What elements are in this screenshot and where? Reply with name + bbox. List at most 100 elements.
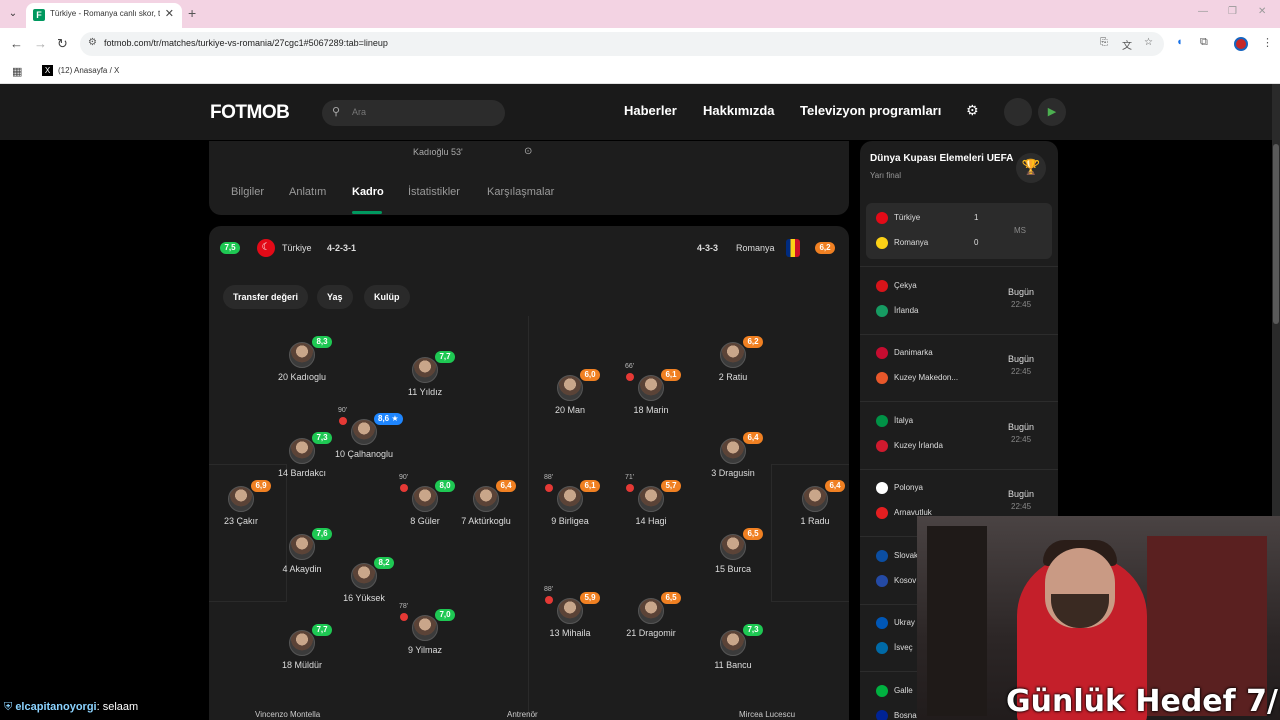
substitution-minute: 88'	[544, 586, 554, 593]
extension-icon[interactable]: ◖	[1176, 36, 1183, 48]
fixture-row[interactable]: Çekya İrlanda Bugün 22:45	[866, 271, 1052, 327]
fixture-row[interactable]: İtalya Kuzey İrlanda Bugün 22:45	[866, 406, 1052, 462]
trophy-icon[interactable]: 🏆	[1016, 153, 1046, 183]
minimize-icon[interactable]: —	[1198, 6, 1208, 17]
player-rating: 6,5	[743, 528, 763, 540]
search-box[interactable]: ⚲ Ara	[322, 100, 505, 126]
substitution-icon	[626, 484, 634, 492]
browser-tab-bar: ⌄ F Türkiye - Romanya canlı skor, tı ✕ +…	[0, 0, 1280, 28]
nav-about[interactable]: Hakkımızda	[703, 103, 775, 118]
player-rating: 8,3	[312, 336, 332, 348]
player-yuksek[interactable]: 8,2 16 Yüksek	[324, 557, 404, 603]
player-yildiz[interactable]: 7,7 11 Yıldız	[385, 351, 465, 397]
player-akturkoglu[interactable]: 6,4 7 Aktürkoglu	[446, 480, 526, 526]
home-penalty-area	[209, 464, 287, 602]
player-muldur[interactable]: 7,7 18 Müldür	[262, 624, 342, 670]
tab-close-icon[interactable]: ✕	[165, 7, 174, 20]
address-bar[interactable]: ⚙ fotmob.com/tr/matches/turkiye-vs-roman…	[80, 32, 1164, 56]
player-photo	[289, 630, 315, 656]
home-team-name[interactable]: Türkiye	[282, 243, 312, 253]
translate-icon[interactable]: 文	[1122, 37, 1132, 52]
site-info-icon[interactable]: ⚙	[88, 37, 97, 48]
home-flag-icon	[876, 617, 888, 629]
away-coach[interactable]: Mircea Lucescu	[739, 710, 795, 719]
player-rating: 6,0	[580, 369, 600, 381]
match-day: Bugün	[1008, 286, 1035, 297]
fixture-row[interactable]: Danimarka Kuzey Makedon... Bugün 22:45	[866, 338, 1052, 394]
player-radu[interactable]: 6,4 1 Radu	[775, 480, 849, 526]
install-app-icon[interactable]: ⎘	[1100, 37, 1108, 48]
home-coach[interactable]: Vincenzo Montella	[255, 710, 320, 719]
player-photo	[412, 615, 438, 641]
tab-info[interactable]: Bilgiler	[231, 186, 264, 198]
player-kadioglu[interactable]: 8,3 20 Kadıoglu	[262, 336, 342, 382]
settings-gear-icon[interactable]: ⚙	[966, 102, 979, 119]
player-name: 14 Bardakcı	[277, 468, 327, 478]
apps-grid-icon[interactable]: ▦	[12, 65, 22, 78]
home-team: Ukray	[894, 618, 915, 627]
close-window-icon[interactable]: ✕	[1258, 6, 1266, 17]
player-bardakci[interactable]: 7,3 14 Bardakcı	[262, 432, 342, 478]
fixture-divider	[860, 333, 1058, 335]
back-icon[interactable]: ←	[10, 36, 23, 51]
chat-text: : selaam	[96, 701, 139, 713]
substitution-minute: 78'	[399, 603, 409, 610]
filter-club[interactable]: Kulüp	[364, 285, 410, 309]
browser-tab[interactable]: F Türkiye - Romanya canlı skor, tı ✕	[26, 3, 182, 28]
player-burca[interactable]: 6,5 15 Burca	[693, 528, 773, 574]
home-team: İtalya	[894, 415, 914, 425]
search-input[interactable]: Ara	[352, 107, 366, 117]
apple-icon[interactable]	[1004, 98, 1032, 126]
url-text[interactable]: fotmob.com/tr/matches/turkiye-vs-romania…	[104, 38, 388, 48]
player-rating: 8,6 ★	[374, 413, 403, 425]
away-team: Romanya	[894, 238, 929, 247]
player-photo	[289, 438, 315, 464]
player-marin[interactable]: 6,1 66' 18 Marin	[611, 363, 691, 415]
maximize-icon[interactable]: ❐	[1228, 6, 1237, 17]
scrollbar-thumb[interactable]	[1273, 144, 1279, 324]
player-birligea[interactable]: 6,1 88' 9 Birligea	[530, 474, 610, 526]
nav-tv-programs[interactable]: Televizyon programları	[800, 103, 941, 118]
forward-icon[interactable]: →	[34, 36, 47, 51]
tab-commentary[interactable]: Anlatım	[289, 186, 326, 198]
tab-stats[interactable]: İstatistikler	[408, 186, 460, 198]
player-dragomir[interactable]: 6,5 21 Dragomir	[611, 592, 691, 638]
away-flag-icon	[876, 709, 888, 720]
google-play-icon[interactable]: ▶	[1038, 98, 1066, 126]
player-dragusin[interactable]: 6,4 3 Dragusin	[693, 432, 773, 478]
league-title[interactable]: Dünya Kupası Elemeleri UEFA	[870, 153, 1013, 164]
tab-search-icon[interactable]: ⌄	[4, 5, 22, 23]
new-tab-icon[interactable]: +	[188, 5, 196, 21]
x-logo-icon[interactable]: X	[42, 65, 53, 76]
profile-avatar[interactable]	[1234, 37, 1248, 51]
filter-transfer-value[interactable]: Transfer değeri	[223, 285, 309, 309]
home-team: Slovak	[894, 550, 919, 560]
bookmark-star-icon[interactable]: ☆	[1144, 37, 1153, 48]
player-hagi[interactable]: 5,7 71' 14 Hagi	[611, 474, 691, 526]
player-mihaila[interactable]: 5,9 88' 13 Mihaila	[530, 586, 610, 638]
browser-menu-icon[interactable]: ⋮	[1262, 36, 1273, 49]
fotmob-logo[interactable]: FOTMOB	[210, 102, 290, 124]
player-rating: 6,1	[580, 480, 600, 492]
nav-news[interactable]: Haberler	[624, 103, 677, 118]
player-rating: 6,9	[251, 480, 271, 492]
player-cakir[interactable]: 6,9 23 Çakır	[209, 480, 281, 526]
bookmark-x-home[interactable]: (12) Anasayfa / X	[58, 66, 119, 75]
tab-lineup[interactable]: Kadro	[352, 186, 384, 198]
match-day: Bugün	[1008, 421, 1035, 432]
filter-age[interactable]: Yaş	[317, 285, 353, 309]
tab-head-to-head[interactable]: Karşılaşmalar	[487, 186, 554, 198]
fixture-row[interactable]: Türkiye 1 Romanya 0 MS	[866, 203, 1052, 259]
away-team-name[interactable]: Romanya	[736, 243, 775, 253]
home-formation: 4-2-3-1	[327, 243, 357, 253]
extensions-puzzle-icon[interactable]: ⧉	[1200, 36, 1208, 49]
league-round: Yarı final	[870, 171, 901, 180]
player-man[interactable]: 6,0 20 Man	[530, 369, 610, 415]
away-flag-icon	[876, 642, 888, 654]
reload-icon[interactable]: ↻	[57, 36, 68, 52]
away-flag-icon	[876, 507, 888, 519]
fixture-divider	[860, 266, 1058, 267]
player-bancu[interactable]: 7,3 11 Bancu	[693, 624, 773, 670]
player-ratiu[interactable]: 6,2 2 Ratiu	[693, 336, 773, 382]
player-yilmaz[interactable]: 7,0 78' 9 Yilmaz	[385, 603, 465, 655]
